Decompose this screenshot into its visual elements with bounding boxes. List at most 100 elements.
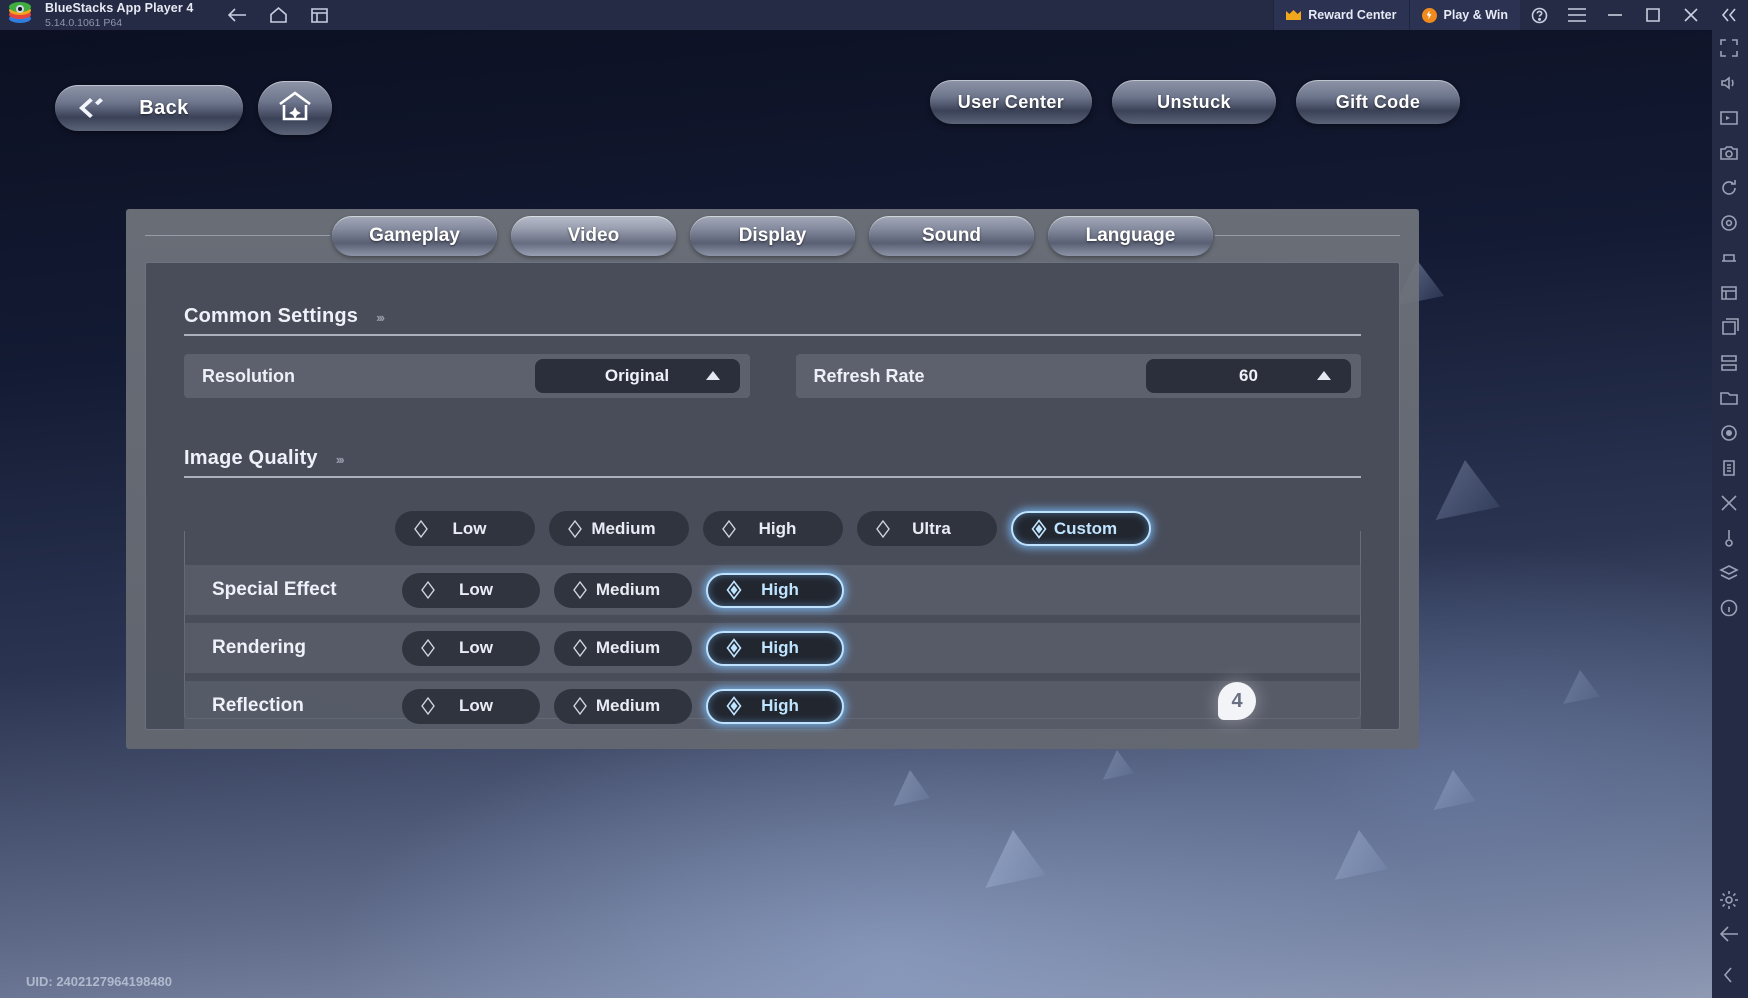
diamond-icon: [570, 580, 590, 600]
option-label: Medium: [595, 696, 661, 715]
diamond-icon: [418, 696, 438, 716]
minimize-icon[interactable]: [1596, 0, 1634, 30]
settings-content: Common Settings ››› Resolution Original …: [145, 262, 1400, 731]
option-label: Low: [459, 580, 493, 599]
rendering-medium[interactable]: Medium: [554, 630, 692, 666]
eco-mode-icon[interactable]: [1719, 353, 1741, 375]
tab-gameplay[interactable]: Gameplay: [332, 215, 497, 256]
reward-center-button[interactable]: Reward Center: [1273, 0, 1409, 30]
chevron-up-icon: [705, 371, 720, 380]
rendering-high[interactable]: High: [706, 630, 844, 666]
maximize-icon[interactable]: [1634, 0, 1672, 30]
back-button-label: Back: [139, 96, 189, 119]
row-reflection: Reflection Low Medium High: [184, 681, 1361, 731]
keymapping-icon[interactable]: [1719, 108, 1741, 130]
collapse-icon[interactable]: [1710, 0, 1748, 30]
back-button[interactable]: Back: [55, 85, 243, 131]
image-quality-section: Image Quality ›››: [184, 447, 1361, 478]
help-icon[interactable]: [1520, 0, 1558, 30]
decor-shard: [980, 830, 1046, 888]
decor-shard: [890, 770, 930, 806]
resolution-dropdown[interactable]: Original: [534, 359, 740, 393]
settings-panel: Gameplay Video Display Sound Language Co…: [126, 209, 1419, 749]
preset-ultra[interactable]: Ultra: [856, 511, 997, 546]
special-effect-medium[interactable]: Medium: [554, 572, 692, 608]
tab-label: Video: [567, 224, 620, 246]
play-and-win-label: Play & Win: [1443, 8, 1508, 22]
unstuck-button[interactable]: Unstuck: [1112, 80, 1276, 124]
special-effect-label: Special Effect: [212, 579, 337, 600]
option-label: Low: [459, 638, 493, 657]
multi-instance-icon[interactable]: [310, 7, 329, 24]
pin-icon[interactable]: [1719, 528, 1741, 550]
diamond-icon: [418, 580, 438, 600]
refresh-rate-dropdown[interactable]: 60: [1146, 359, 1351, 393]
option-label: High: [761, 638, 799, 657]
tab-label: Gameplay: [369, 224, 460, 246]
help-sidebar-icon[interactable]: [1719, 598, 1741, 620]
resolution-setting: Resolution Original: [184, 354, 750, 398]
sidebar-collapse-icon[interactable]: [1719, 966, 1741, 988]
preset-low[interactable]: Low: [394, 511, 535, 546]
user-center-label: User Center: [957, 91, 1065, 112]
preset-high[interactable]: High: [702, 511, 843, 546]
shake-icon[interactable]: [1719, 248, 1741, 270]
settings-tabs: Gameplay Video Display Sound Language: [126, 209, 1419, 262]
macro-icon[interactable]: [1719, 283, 1741, 305]
game-viewport: Back User Center Unstuck Gift Code Gamep…: [0, 30, 1712, 998]
row-rendering: Rendering Low Medium High: [184, 623, 1361, 673]
reflection-label: Reflection: [212, 695, 304, 716]
home-icon[interactable]: [269, 6, 288, 24]
rendering-low[interactable]: Low: [402, 630, 540, 666]
media-manager-icon[interactable]: [1719, 388, 1741, 410]
uid-label: UID: 2402127964198480: [26, 974, 173, 989]
tab-label: Sound: [921, 224, 982, 246]
bluestacks-sidebar: [1712, 30, 1748, 998]
script-icon[interactable]: [1719, 458, 1741, 480]
sidebar-back-icon[interactable]: [1719, 925, 1741, 947]
volume-icon[interactable]: [1719, 73, 1741, 95]
record-icon[interactable]: [1719, 423, 1741, 445]
chevron-up-icon: [1317, 371, 1331, 380]
unstuck-label: Unstuck: [1157, 91, 1231, 112]
preset-medium[interactable]: Medium: [548, 511, 689, 546]
home-button[interactable]: [258, 81, 332, 135]
row-special-effect: Special Effect Low Medium High: [184, 565, 1361, 615]
trim-icon[interactable]: [1719, 493, 1741, 515]
location-icon[interactable]: [1719, 213, 1741, 235]
bluestacks-logo-icon: [7, 2, 33, 28]
resolution-label: Resolution: [202, 365, 295, 386]
fullscreen-icon[interactable]: [1719, 38, 1741, 60]
user-center-button[interactable]: User Center: [930, 80, 1092, 124]
tab-sound[interactable]: Sound: [869, 215, 1034, 256]
reflection-low[interactable]: Low: [402, 688, 540, 724]
close-icon[interactable]: [1672, 0, 1710, 30]
reflection-medium[interactable]: Medium: [554, 688, 692, 724]
step-badge: 4: [1218, 682, 1256, 720]
special-effect-high[interactable]: High: [706, 572, 844, 608]
special-effect-low[interactable]: Low: [402, 572, 540, 608]
app-version: 5.14.0.1061 P64: [45, 16, 123, 29]
play-and-win-button[interactable]: Play & Win: [1408, 0, 1520, 30]
preset-custom[interactable]: Custom: [1010, 511, 1151, 546]
resolution-value: Original: [604, 366, 670, 385]
screenshot-icon[interactable]: [1719, 143, 1741, 165]
diamond-filled-icon: [1029, 518, 1049, 539]
menu-icon[interactable]: [1558, 0, 1596, 30]
gift-code-button[interactable]: Gift Code: [1296, 80, 1460, 124]
layers-icon[interactable]: [1719, 563, 1741, 585]
tab-display[interactable]: Display: [690, 215, 855, 256]
multi-instance-manager-icon[interactable]: [1719, 318, 1741, 340]
back-arrow-icon[interactable]: [227, 7, 247, 23]
diamond-icon: [418, 638, 438, 658]
reflection-high[interactable]: High: [706, 688, 844, 724]
common-settings-title: Common Settings: [184, 305, 359, 327]
tab-video[interactable]: Video: [511, 215, 676, 256]
gift-code-label: Gift Code: [1335, 91, 1421, 112]
settings-gear-icon[interactable]: [1719, 890, 1741, 912]
rotate-icon[interactable]: [1719, 178, 1741, 200]
preset-label: Custom: [1053, 518, 1118, 538]
diamond-filled-icon: [724, 638, 744, 658]
tab-language[interactable]: Language: [1048, 215, 1213, 256]
diamond-filled-icon: [724, 696, 744, 716]
